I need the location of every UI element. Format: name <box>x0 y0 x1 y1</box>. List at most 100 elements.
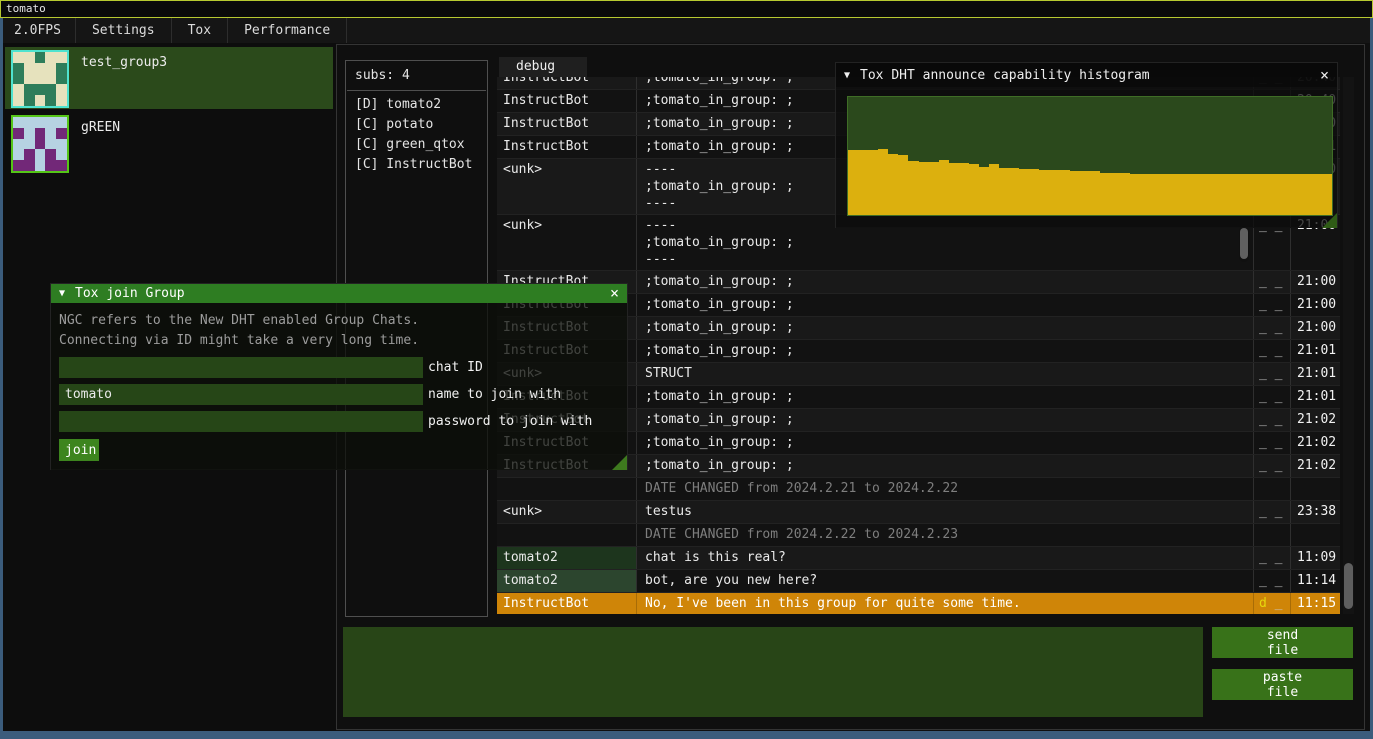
message-row[interactable]: tomato2bot, are you new here?_ _11:14 <box>497 570 1340 593</box>
message-flags: _ _ <box>1254 547 1291 569</box>
menu-performance[interactable]: Performance <box>228 23 346 38</box>
chat-scrollbar-track[interactable] <box>1343 77 1354 614</box>
join-name-label: name to join with <box>428 387 561 402</box>
message-row[interactable]: tomato2chat is this real?_ _11:09 <box>497 547 1340 570</box>
menubar: 2.0FPS Settings Tox Performance <box>0 18 1373 43</box>
message-flags: _ _ <box>1254 409 1291 431</box>
message-flags <box>1254 524 1291 546</box>
chat-scrollbar-thumb[interactable] <box>1344 563 1353 609</box>
os-titlebar-text: tomato <box>6 2 46 15</box>
message-sender <box>497 524 637 546</box>
message-text: DATE CHANGED from 2024.2.21 to 2024.2.22 <box>637 478 1254 500</box>
resize-grip-icon[interactable] <box>1322 213 1337 228</box>
subs-member[interactable]: [D] tomato2 <box>346 95 487 115</box>
app-window: tomato 2.0FPS Settings Tox Performance t… <box>0 0 1373 739</box>
join-group-window: ▼ Tox join Group × NGC refers to the New… <box>50 283 628 470</box>
subs-member[interactable]: [C] InstructBot <box>346 155 487 175</box>
message-flags: _ _ <box>1254 570 1291 592</box>
group-avatar <box>11 50 69 108</box>
message-timestamp: 21:01 <box>1291 363 1340 385</box>
message-flags: _ _ <box>1254 340 1291 362</box>
message-text: STRUCT <box>637 363 1254 385</box>
date-separator-row[interactable]: DATE CHANGED from 2024.2.22 to 2024.2.23 <box>497 524 1340 547</box>
dht-histogram-titlebar[interactable]: ▼ Tox DHT announce capability histogram … <box>836 63 1337 87</box>
message-text: ;tomato_in_group: ; <box>637 294 1254 316</box>
message-timestamp: 21:02 <box>1291 455 1340 477</box>
chat-id-input[interactable] <box>59 357 423 378</box>
message-text: ;tomato_in_group: ; <box>637 317 1254 339</box>
message-text: testus <box>637 501 1254 523</box>
join-info-line: NGC refers to the New DHT enabled Group … <box>59 311 627 331</box>
message-flags: _ _ <box>1254 271 1291 293</box>
collapse-arrow-icon[interactable]: ▼ <box>844 70 850 81</box>
chat-id-label: chat ID <box>428 360 483 375</box>
message-sender: InstructBot <box>497 593 637 614</box>
message-sender: InstructBot <box>497 136 637 158</box>
message-timestamp: 21:02 <box>1291 432 1340 454</box>
paste-file-button[interactable]: paste file <box>1212 669 1353 700</box>
message-sender: <unk> <box>497 159 637 214</box>
message-scrollbar-thumb[interactable] <box>1240 228 1248 259</box>
subs-member[interactable]: [C] potato <box>346 115 487 135</box>
join-group-titlebar[interactable]: ▼ Tox join Group × <box>51 284 627 303</box>
resize-grip-icon[interactable] <box>612 455 627 470</box>
group-name: test_group3 <box>81 50 167 109</box>
message-text: ;tomato_in_group: ; <box>637 386 1254 408</box>
dht-histogram-title: Tox DHT announce capability histogram <box>860 68 1150 83</box>
message-text: ;tomato_in_group: ; <box>637 409 1254 431</box>
message-sender: <unk> <box>497 501 637 523</box>
message-timestamp: 21:00 <box>1291 294 1340 316</box>
fps-counter: 2.0FPS <box>0 23 75 38</box>
message-timestamp: 21:01 <box>1291 340 1340 362</box>
message-text: ;tomato_in_group: ; <box>637 271 1254 293</box>
subs-member[interactable]: [C] green_qtox <box>346 135 487 155</box>
message-sender: InstructBot <box>497 90 637 112</box>
message-text: ;tomato_in_group: ; <box>637 432 1254 454</box>
separator <box>347 90 486 91</box>
message-timestamp: 21:02 <box>1291 409 1340 431</box>
message-text: ;tomato_in_group: ; <box>637 455 1254 477</box>
message-row[interactable]: <unk>testus_ _23:38 <box>497 501 1340 524</box>
message-row[interactable]: InstructBotNo, I've been in this group f… <box>497 593 1340 614</box>
message-flags: _ _ <box>1254 501 1291 523</box>
join-info-line: Connecting via ID might take a very long… <box>59 331 627 351</box>
message-sender: <unk> <box>497 215 637 270</box>
group-avatar <box>11 115 69 173</box>
date-separator-row[interactable]: DATE CHANGED from 2024.2.21 to 2024.2.22 <box>497 478 1340 501</box>
message-flags: _ _ <box>1254 432 1291 454</box>
subs-count: subs: 4 <box>346 61 487 83</box>
message-text: DATE CHANGED from 2024.2.22 to 2024.2.23 <box>637 524 1254 546</box>
message-flags: _ _ <box>1254 317 1291 339</box>
tab-debug[interactable]: debug <box>499 57 587 77</box>
join-password-input[interactable] <box>59 411 423 432</box>
subs-list: [D] tomato2[C] potato[C] green_qtox[C] I… <box>346 95 487 175</box>
join-group-body: NGC refers to the New DHT enabled Group … <box>51 303 627 470</box>
message-input[interactable] <box>343 627 1203 717</box>
join-button[interactable]: join <box>59 439 99 461</box>
menu-tox[interactable]: Tox <box>172 23 227 38</box>
message-text: chat is this real? <box>637 547 1254 569</box>
menu-settings[interactable]: Settings <box>76 23 171 38</box>
message-timestamp <box>1291 524 1340 546</box>
join-name-input[interactable] <box>59 384 423 405</box>
close-icon[interactable]: × <box>610 286 619 301</box>
dht-histogram-plot <box>847 96 1333 216</box>
message-timestamp: 21:01 <box>1291 386 1340 408</box>
message-timestamp: 11:09 <box>1291 547 1340 569</box>
message-timestamp: 21:00 <box>1291 271 1340 293</box>
group-item-test_group3[interactable]: test_group3 <box>5 47 333 109</box>
menu-divider <box>346 18 347 43</box>
group-item-gREEN[interactable]: gREEN <box>5 112 333 174</box>
close-icon[interactable]: × <box>1320 68 1329 83</box>
message-sender: InstructBot <box>497 77 637 89</box>
message-timestamp: 11:15 <box>1291 593 1340 614</box>
message-sender <box>497 478 637 500</box>
message-flags: _ _ <box>1254 455 1291 477</box>
message-flags: _ _ <box>1254 386 1291 408</box>
dht-histogram-body <box>836 87 1337 228</box>
send-file-button[interactable]: send file <box>1212 627 1353 658</box>
collapse-arrow-icon[interactable]: ▼ <box>59 288 65 299</box>
message-text: No, I've been in this group for quite so… <box>637 593 1254 614</box>
message-sender: InstructBot <box>497 113 637 135</box>
message-sender: tomato2 <box>497 547 637 569</box>
